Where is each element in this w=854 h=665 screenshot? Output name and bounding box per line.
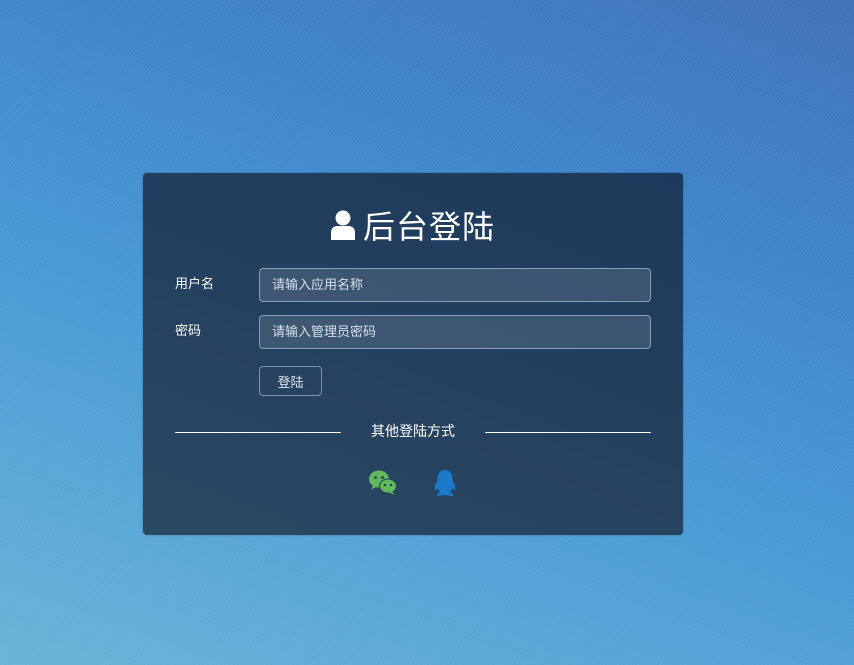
login-button[interactable]: 登陆 [259,366,322,396]
user-icon [330,210,355,241]
other-login-divider: 其他登陆方式 [175,420,651,444]
username-input[interactable] [259,268,651,302]
password-row: 密码 [175,315,651,349]
username-row: 用户名 [175,268,651,302]
divider-line-right [485,432,651,433]
social-login-list [143,468,683,498]
wechat-icon[interactable] [368,468,398,498]
login-panel: 后台登陆 用户名 密码 登陆 其他登陆方式 [143,173,683,535]
password-label: 密码 [175,324,202,339]
username-label: 用户名 [175,277,215,292]
page-title-text: 后台登陆 [362,208,495,246]
password-input[interactable] [259,315,651,349]
qq-icon[interactable] [430,468,460,498]
page-title: 后台登陆 [143,203,683,247]
